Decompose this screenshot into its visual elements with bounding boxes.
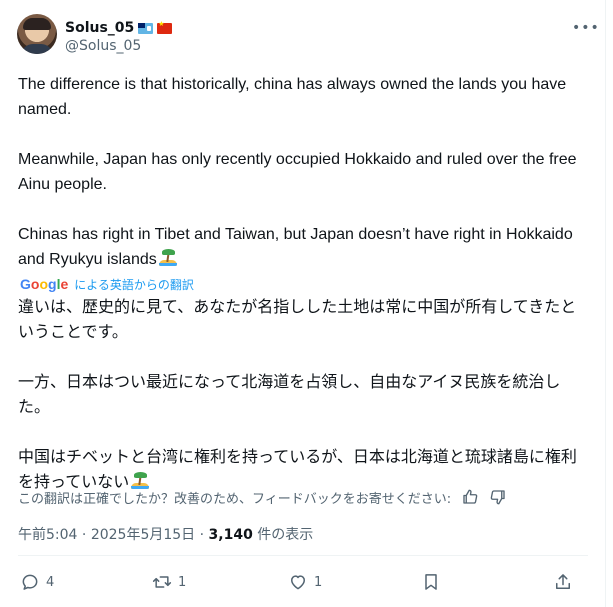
divider xyxy=(18,555,588,556)
translation-attribution: Google による英語からの翻訳 xyxy=(20,275,194,293)
tweet-paragraph-text: Chinas has right in Tibet and Taiwan, bu… xyxy=(18,226,573,268)
translation-source-label[interactable]: による英語からの翻訳 xyxy=(74,276,194,293)
bookmark-button[interactable] xyxy=(421,570,441,594)
tweet-paragraph: Meanwhile, Japan has only recently occup… xyxy=(18,151,577,193)
reply-count: 4 xyxy=(46,574,55,590)
tweet-date[interactable]: 2025年5月15日 xyxy=(91,527,195,543)
tweet-text: The difference is that historically, chi… xyxy=(18,72,578,272)
like-button[interactable]: 1 xyxy=(288,570,322,594)
heart-icon xyxy=(291,575,305,590)
meta-separator: · xyxy=(199,527,205,543)
china-flag-icon xyxy=(157,20,173,34)
translation-feedback: この翻訳は正確でしたか？改善のため、フィードバックをお寄せください: xyxy=(18,487,588,507)
reply-icon xyxy=(22,574,38,590)
translated-paragraph-text: 中国はチベットと台湾に権利を持っているが、日本は北海道と琉球諸島に権利を持ってい… xyxy=(18,447,577,491)
author-display-name[interactable]: Solus_05 xyxy=(65,20,134,36)
views-label: 件の表示 xyxy=(257,527,314,543)
google-logo-icon: Google xyxy=(20,276,69,292)
repost-count: 1 xyxy=(178,574,187,590)
author-name-row: Solus_05 xyxy=(65,18,173,38)
tweet-meta: 午前5:04 · 2025年5月15日 · 3,140 件の表示 xyxy=(18,524,313,544)
views-count: 3,140 xyxy=(208,527,253,543)
fiji-flag-icon xyxy=(138,22,154,34)
reply-button[interactable]: 4 xyxy=(20,570,54,594)
avatar-hair xyxy=(23,18,51,30)
desert-island-emoji-icon xyxy=(158,249,177,266)
share-icon xyxy=(556,574,570,589)
feedback-question: この翻訳は正確でしたか？改善のため、フィードバックをお寄せください: xyxy=(18,491,452,507)
tweet-header: Solus_05 @Solus_05 ••• xyxy=(17,14,599,58)
author-handle[interactable]: @Solus_05 xyxy=(65,38,141,54)
thumbs-up-icon[interactable] xyxy=(461,488,479,506)
more-dots-icon[interactable]: ••• xyxy=(572,20,599,36)
translated-paragraph: 違いは、歴史的に見て、あなたが名指しした土地は常に中国が所有してきたということで… xyxy=(18,297,577,341)
repost-icon xyxy=(152,576,172,588)
avatar-shirt xyxy=(21,44,53,54)
meta-separator: · xyxy=(81,527,87,543)
translated-text: 違いは、歴史的に見て、あなたが名指しした土地は常に中国が所有してきたということで… xyxy=(18,294,588,494)
like-count: 1 xyxy=(314,574,323,590)
tweet-paragraph: The difference is that historically, chi… xyxy=(18,76,567,118)
tweet-time[interactable]: 午前5:04 xyxy=(18,527,77,543)
bookmark-icon xyxy=(425,574,437,590)
thumbs-down-icon[interactable] xyxy=(489,488,507,506)
avatar[interactable] xyxy=(17,14,57,54)
tweet-paragraph: Chinas has right in Tibet and Taiwan, bu… xyxy=(18,222,578,272)
translated-paragraph: 一方、日本はつい最近になって北海道を占領し、自由なアイヌ民族を統治した。 xyxy=(18,372,561,416)
repost-button[interactable]: 1 xyxy=(152,570,186,594)
action-bar: 4 1 1 xyxy=(18,570,578,594)
share-button[interactable] xyxy=(553,570,573,594)
tweet-card: Solus_05 @Solus_05 ••• The difference is… xyxy=(0,0,606,607)
